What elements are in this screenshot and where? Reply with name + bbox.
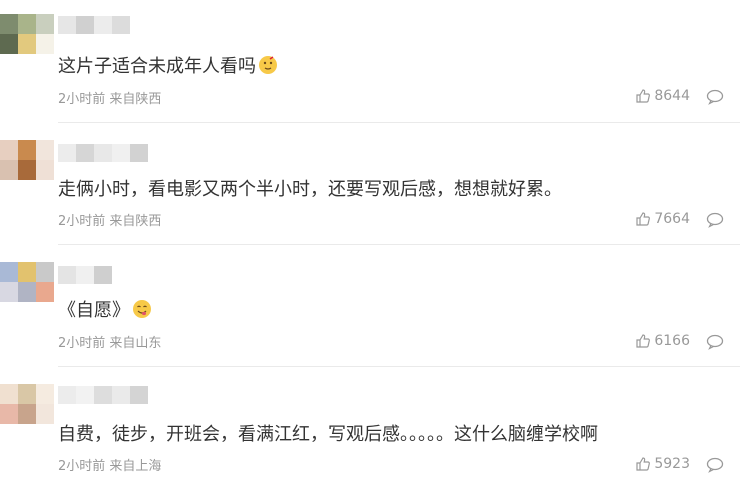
like-button[interactable]: 7664 — [635, 211, 690, 227]
like-button[interactable]: 8644 — [635, 88, 690, 104]
divider — [58, 122, 740, 123]
comment-text: 自费，徒步，开班会，看满江红，写观后感。。。。。这什么脑缠学校啊 — [58, 424, 598, 445]
comment-time: 2小时前 — [58, 92, 106, 107]
comment-location: 来自上海 — [109, 459, 162, 474]
comment-text: 《自愿》 — [58, 296, 152, 322]
comment-time: 2小时前 — [58, 336, 106, 351]
reply-icon[interactable] — [706, 334, 724, 350]
thumbs-up-icon — [636, 212, 651, 226]
thinking-emoji-icon — [259, 56, 277, 74]
reply-icon[interactable] — [706, 212, 724, 228]
reply-icon[interactable] — [706, 457, 724, 473]
avatar[interactable] — [0, 140, 54, 180]
like-count: 6166 — [654, 333, 690, 349]
comment-location: 来自山东 — [109, 336, 162, 351]
like-button[interactable]: 5923 — [635, 456, 690, 472]
like-count: 7664 — [654, 211, 690, 227]
divider — [58, 366, 740, 367]
comment-time: 2小时前 — [58, 214, 106, 229]
username-blurred[interactable] — [58, 16, 130, 34]
like-button[interactable]: 6166 — [635, 333, 690, 349]
avatar[interactable] — [0, 14, 54, 54]
username-blurred[interactable] — [58, 386, 148, 404]
username-blurred[interactable] — [58, 266, 112, 284]
like-count: 5923 — [654, 456, 690, 472]
comment-location: 来自陕西 — [109, 92, 162, 107]
comment-location: 来自陕西 — [109, 214, 162, 229]
comment-meta: 2小时前 来自山东 — [58, 332, 161, 351]
comment-meta: 2小时前 来自陕西 — [58, 210, 161, 229]
like-count: 8644 — [654, 88, 690, 104]
comment-time: 2小时前 — [58, 459, 106, 474]
comment-text: 这片子适合未成年人看吗 — [58, 52, 278, 78]
thumbs-up-icon — [636, 89, 651, 103]
avatar[interactable] — [0, 262, 54, 302]
comment-meta: 2小时前 来自上海 — [58, 455, 161, 474]
username-blurred[interactable] — [58, 144, 148, 162]
thumbs-up-icon — [636, 457, 651, 471]
thumbs-up-icon — [636, 334, 651, 348]
comment-meta: 2小时前 来自陕西 — [58, 88, 161, 107]
reply-icon[interactable] — [706, 89, 724, 105]
avatar[interactable] — [0, 384, 54, 424]
comment-text: 走俩小时，看电影又两个半小时，还要写观后感，想想就好累。 — [58, 179, 562, 200]
yum-emoji-icon — [133, 300, 151, 318]
divider — [58, 244, 740, 245]
